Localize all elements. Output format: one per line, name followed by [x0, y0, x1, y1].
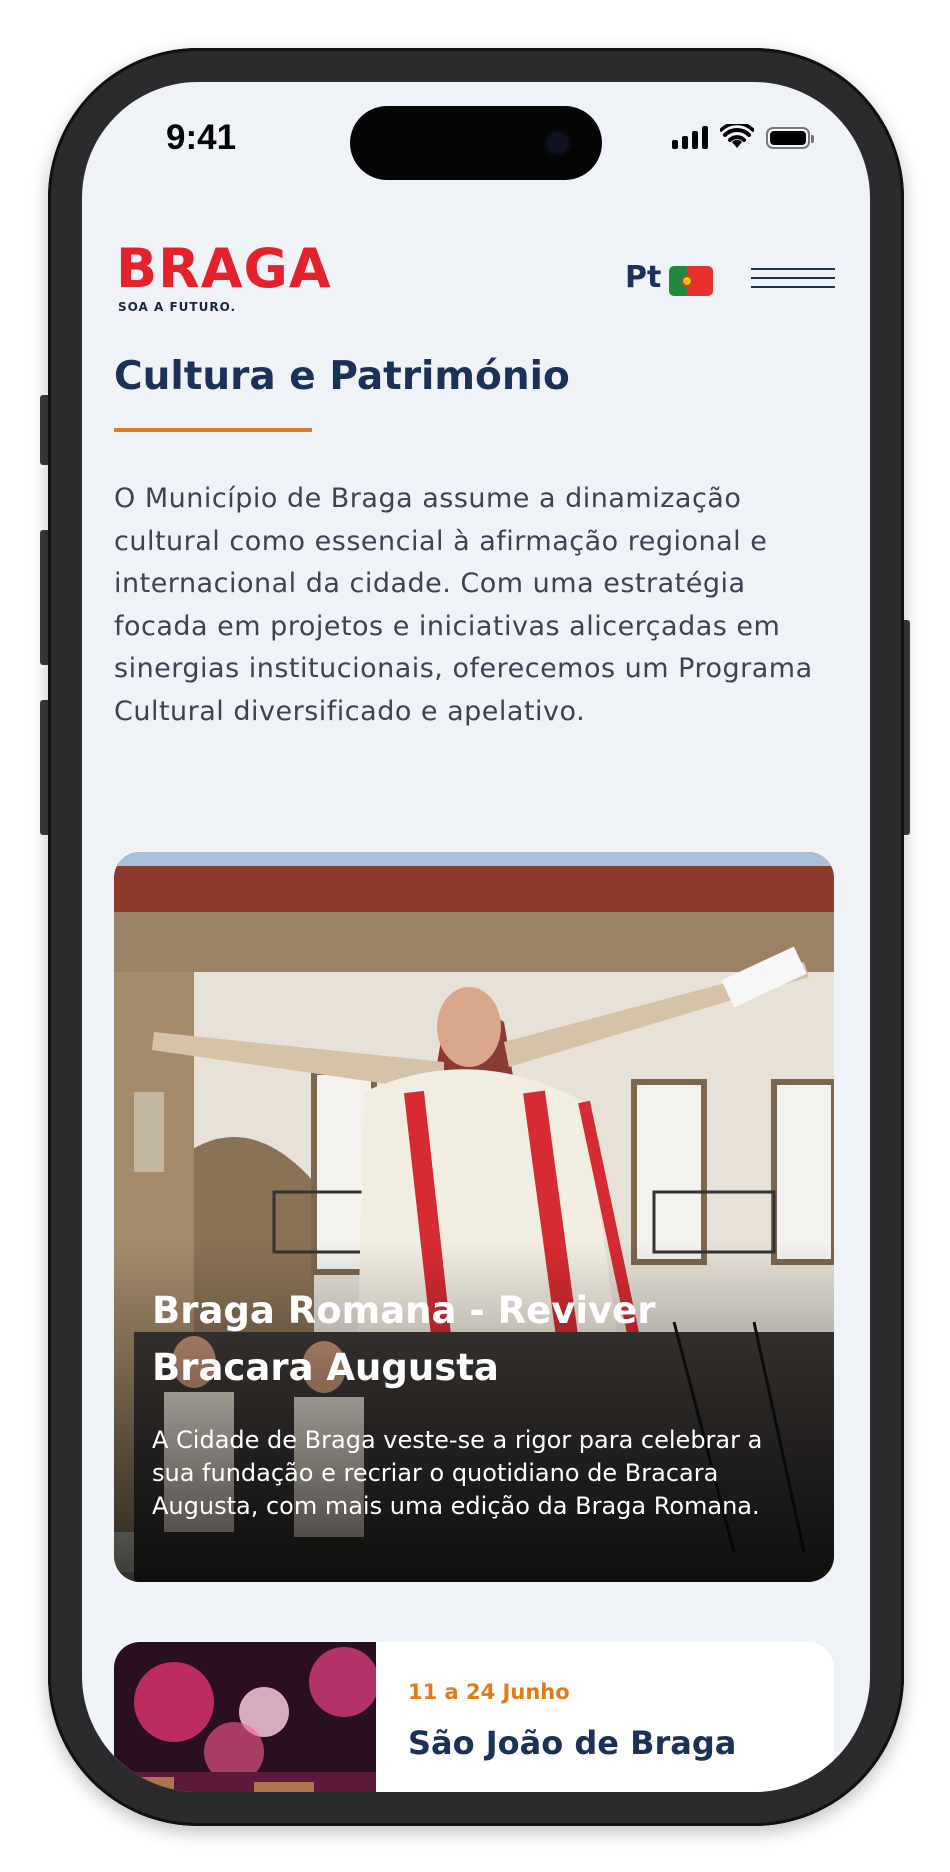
braga-logo[interactable]: BRAGA: [116, 242, 332, 296]
status-time: 9:41: [166, 118, 237, 157]
language-selector[interactable]: Pt: [625, 260, 661, 295]
featured-description: A Cidade de Braga veste-se a rigor para …: [152, 1426, 763, 1520]
hamburger-menu-icon[interactable]: [751, 262, 835, 294]
battery-icon: [766, 127, 814, 149]
status-icons: [672, 124, 814, 149]
portugal-flag-icon[interactable]: [669, 266, 713, 296]
signal-icon: [672, 125, 708, 149]
featured-title[interactable]: Braga Romana - Reviver Bracara Augusta: [152, 1282, 752, 1396]
phone-screen: 9:41 BRAGA SOA A FUTURO. Pt Cultura e Pa…: [82, 82, 870, 1792]
dynamic-island: [350, 106, 602, 180]
site-header: BRAGA SOA A FUTURO. Pt: [116, 242, 836, 322]
event-title[interactable]: São João de Braga: [408, 1724, 736, 1762]
front-camera: [544, 129, 572, 157]
event-date: 11 a 24 Junho: [408, 1680, 570, 1704]
wifi-icon: [720, 124, 754, 148]
page-title: Cultura e Património: [114, 354, 570, 399]
event-photo: [114, 1642, 376, 1792]
intro-paragraph: O Município de Braga assume a dinamizaçã…: [114, 483, 813, 727]
title-underline: [114, 428, 312, 432]
featured-card-braga-romana[interactable]: Braga Romana - Reviver Bracara Augusta A…: [114, 852, 834, 1582]
event-card[interactable]: 11 a 24 Junho São João de Braga: [114, 1642, 834, 1792]
logo-tagline: SOA A FUTURO.: [118, 300, 237, 314]
